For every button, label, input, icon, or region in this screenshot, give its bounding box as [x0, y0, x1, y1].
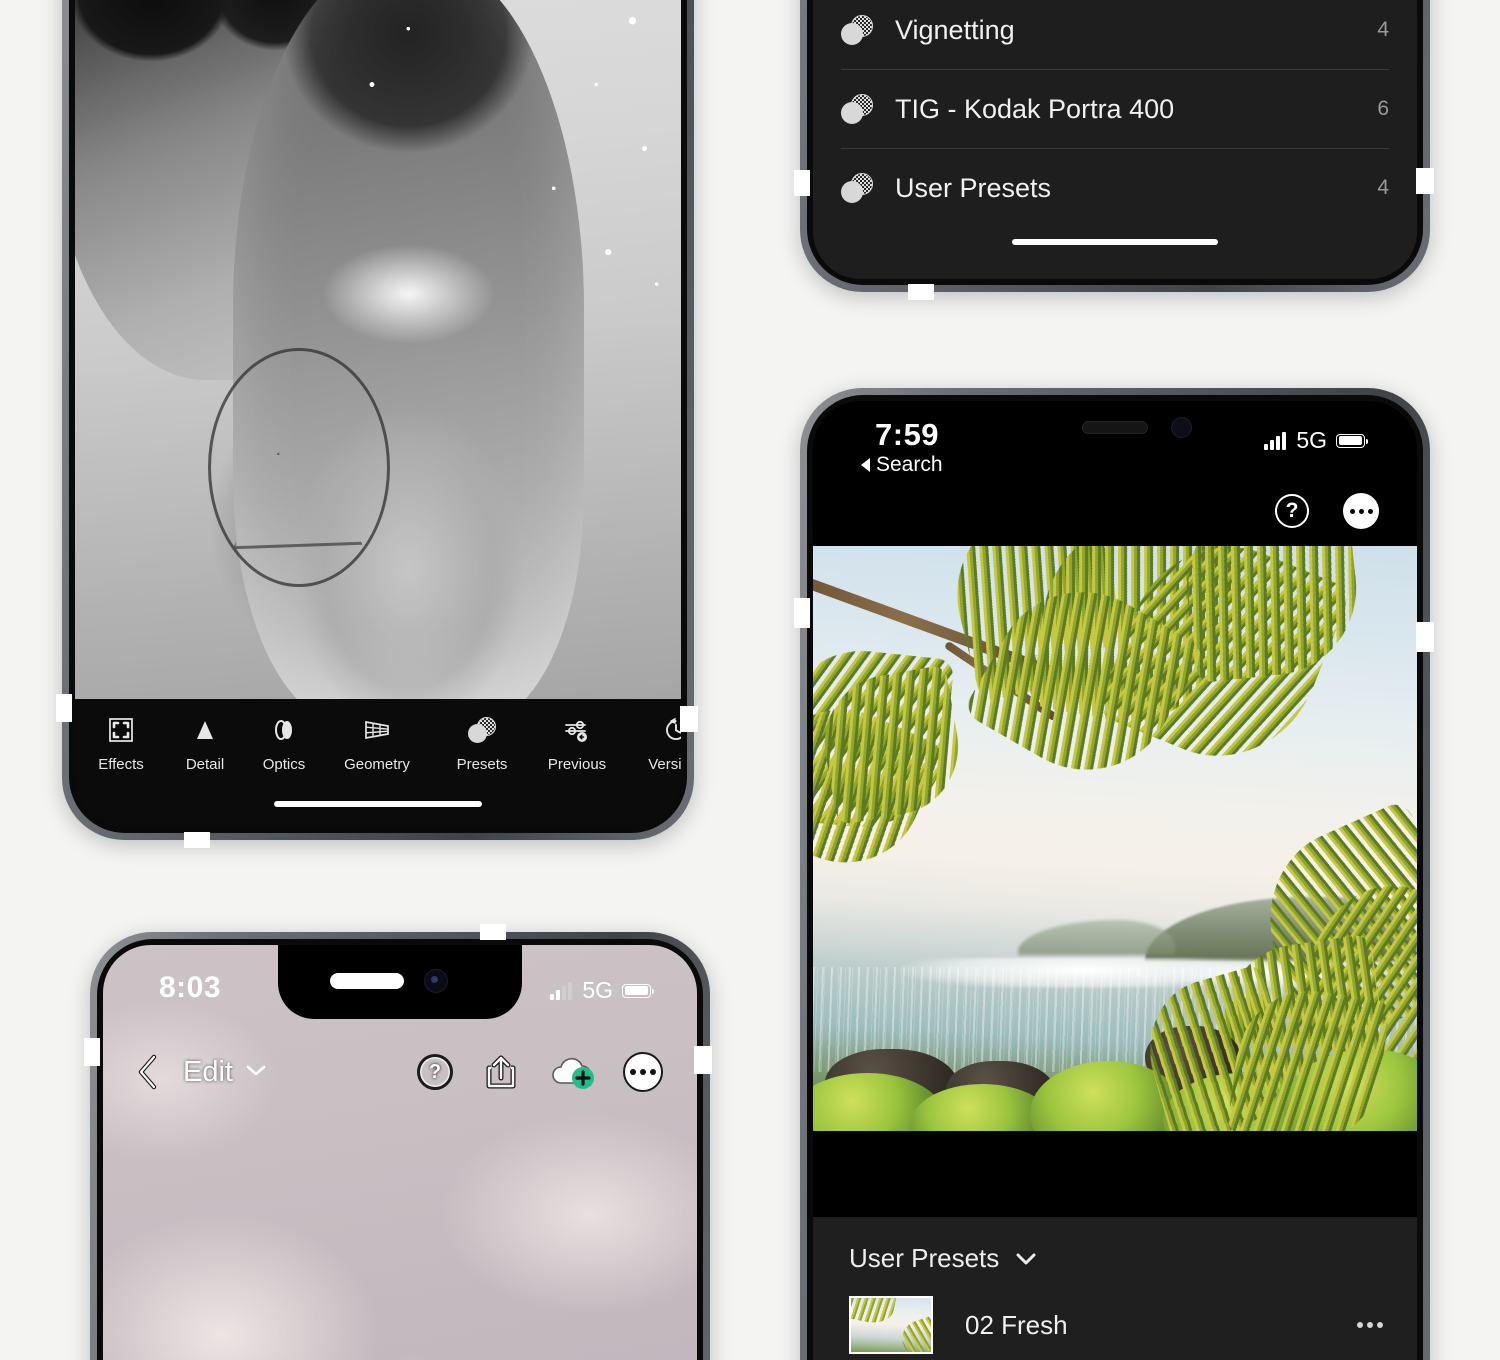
battery-icon [622, 983, 654, 998]
toolbar-label: Optics [262, 756, 306, 773]
side-button-nub [1416, 622, 1434, 652]
toolbar-item-geometry[interactable]: Geometry [325, 713, 429, 773]
more-options-icon[interactable] [1343, 493, 1379, 529]
speaker-grille-icon [1082, 421, 1148, 434]
phone-screen: Vignetting 4 TIG - Kodak Portra 400 6 Us… [813, 0, 1417, 279]
photo-spacer [813, 1131, 1417, 1217]
presets-group-list: Vignetting 4 TIG - Kodak Portra 400 6 Us… [813, 0, 1417, 279]
list-item[interactable]: Vignetting 4 [841, 0, 1389, 69]
tshirt-graphic [208, 347, 391, 588]
side-button-nub [694, 1046, 712, 1074]
status-indicators: 5G [1264, 427, 1368, 454]
preset-coin-icon [841, 173, 873, 203]
toolbar-item-optics[interactable]: Optics [243, 713, 325, 773]
effects-icon [75, 713, 167, 747]
toolbar-label: Geometry [344, 756, 410, 773]
list-item-label: Vignetting [895, 14, 1015, 45]
optics-icon [243, 713, 325, 747]
front-camera-icon [1171, 417, 1192, 438]
side-button-nub [84, 1038, 100, 1066]
side-button-nub [680, 706, 698, 732]
home-indicator[interactable] [274, 801, 482, 807]
cloud-sync-icon[interactable] [549, 1053, 597, 1091]
list-item[interactable]: TIG - Kodak Portra 400 6 [841, 70, 1389, 148]
toolbar-label: Versions [648, 756, 681, 773]
geometry-icon [325, 713, 429, 747]
side-button-nub [794, 170, 810, 196]
browser-photo[interactable] [813, 546, 1417, 1131]
list-item-label: User Presets [895, 172, 1052, 203]
bottom-nub [184, 832, 210, 848]
nav-bar: Edit ? [103, 1033, 697, 1111]
chevron-down-icon[interactable] [245, 1063, 267, 1082]
list-item[interactable]: User Presets 4 [841, 149, 1389, 227]
list-item-count: 4 [1377, 18, 1389, 41]
cellular-signal-icon [550, 981, 573, 1000]
toolbar-group-secondary: Presets Previous Versi [437, 713, 681, 773]
lightroom-editor-phone: Effects Detail Optics Geometry Presets P… [56, 0, 698, 848]
side-button-nub [794, 598, 810, 628]
detail-icon [167, 713, 243, 747]
presets-section-header[interactable]: User Presets [813, 1217, 1417, 1286]
presets-icon [437, 713, 527, 747]
back-to-search-button[interactable]: Search [861, 453, 943, 477]
battery-icon [1336, 433, 1368, 448]
phone-screen: 8:03 5G Edit ? [103, 945, 697, 1360]
share-icon[interactable] [481, 1052, 521, 1092]
cellular-signal-icon [1264, 431, 1287, 450]
network-type-label: 5G [582, 977, 613, 1003]
toolbar-group-primary: Effects Detail Optics Geometry [75, 713, 429, 773]
help-icon[interactable]: ? [1275, 494, 1309, 528]
versions-icon [627, 713, 681, 747]
phone-screen: Effects Detail Optics Geometry Presets P… [75, 0, 681, 827]
more-options-icon[interactable] [1357, 1322, 1383, 1328]
toolbar-item-versions[interactable]: Versions [627, 713, 681, 773]
status-time: 8:03 [159, 971, 222, 1004]
phone-screen: 7:59 Search 5G ? User Presets 02 Fresh [813, 401, 1417, 1360]
previous-icon [527, 713, 627, 747]
editor-toolbar: Effects Detail Optics Geometry Presets P… [75, 699, 681, 827]
status-time: 7:59 [875, 417, 940, 452]
user-presets-sheet: User Presets 02 Fresh [813, 1217, 1417, 1360]
list-item[interactable]: 02 Fresh [813, 1286, 1417, 1360]
home-indicator[interactable] [1012, 239, 1218, 245]
editor-photo[interactable] [75, 0, 681, 699]
network-type-label: 5G [1296, 427, 1327, 453]
screenshot-canvas: Effects Detail Optics Geometry Presets P… [0, 0, 1500, 1360]
preset-coin-icon [841, 94, 873, 124]
toolbar-item-previous[interactable]: Previous [527, 713, 627, 773]
toolbar-item-detail[interactable]: Detail [167, 713, 243, 773]
list-item-count: 6 [1377, 97, 1389, 120]
toolbar-item-presets[interactable]: Presets [437, 713, 527, 773]
page-title[interactable]: Edit [183, 1056, 233, 1089]
bottom-nub [908, 284, 934, 300]
toolbar-item-effects[interactable]: Effects [75, 713, 167, 773]
toolbar-label: Presets [456, 756, 508, 773]
chevron-down-icon [1016, 1253, 1036, 1264]
status-bar: 8:03 5G [103, 945, 697, 1023]
side-button-nub [56, 694, 72, 722]
top-nub [480, 924, 506, 940]
preset-coin-icon [841, 15, 873, 45]
side-button-nub [1416, 168, 1434, 194]
preset-name: 02 Fresh [965, 1309, 1068, 1340]
lightroom-presets-browser-phone: 7:59 Search 5G ? User Presets 02 Fresh [794, 388, 1434, 1360]
lightroom-edit-clouds-phone: 8:03 5G Edit ? [84, 924, 712, 1360]
status-indicators: 5G [550, 977, 654, 1004]
status-bar: 7:59 Search 5G [813, 401, 1417, 485]
list-item-label: TIG - Kodak Portra 400 [895, 93, 1175, 124]
triangle-left-icon [861, 458, 870, 472]
back-label: Search [876, 453, 943, 476]
top-action-bar: ? [1275, 493, 1379, 529]
chevron-left-icon[interactable] [135, 1053, 161, 1091]
presets-section-title: User Presets [849, 1243, 1000, 1273]
preset-thumbnail [849, 1296, 933, 1354]
toolbar-label: Previous [547, 756, 607, 773]
list-item-count: 4 [1377, 176, 1389, 199]
help-icon[interactable]: ? [417, 1054, 453, 1090]
more-options-icon[interactable] [623, 1052, 663, 1092]
presets-group-list-phone: Vignetting 4 TIG - Kodak Portra 400 6 Us… [794, 0, 1434, 300]
toolbar-label: Effects [98, 756, 144, 773]
toolbar-label: Detail [185, 756, 225, 773]
